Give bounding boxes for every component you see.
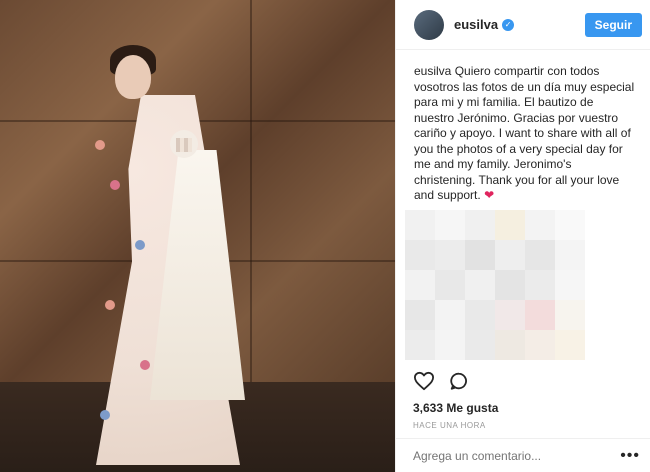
woman-face <box>115 55 151 99</box>
comment-bubble-icon[interactable] <box>449 371 469 396</box>
blur-cell <box>555 330 585 360</box>
blur-cell <box>405 210 435 240</box>
blur-cell <box>525 330 555 360</box>
post-header: eusilva ✓ Seguir <box>396 0 650 50</box>
blur-cell <box>525 270 555 300</box>
blur-cell <box>405 240 435 270</box>
blur-cell <box>495 210 525 240</box>
blur-cell <box>435 270 465 300</box>
blur-cell <box>495 270 525 300</box>
wall-seam <box>250 0 252 390</box>
post-caption: eusilva Quiero compartir con todos vosot… <box>396 50 650 204</box>
follow-button[interactable]: Seguir <box>584 12 642 37</box>
blur-cell <box>405 270 435 300</box>
like-count[interactable]: 3,633 Me gusta <box>413 401 498 415</box>
blur-cell <box>555 210 585 240</box>
blur-cell <box>555 300 585 330</box>
username[interactable]: eusilva <box>454 17 498 32</box>
comment-input[interactable] <box>413 448 621 463</box>
blur-cell <box>435 210 465 240</box>
blur-cell <box>495 240 525 270</box>
post-photo[interactable] <box>0 0 395 472</box>
blur-cell <box>465 330 495 360</box>
blur-cell <box>405 330 435 360</box>
blur-cell <box>525 300 555 330</box>
face-blur <box>176 138 192 152</box>
dress-flower <box>100 410 110 420</box>
comments-blurred <box>405 210 600 360</box>
dress-flower <box>140 360 150 370</box>
dress-flower <box>110 180 120 190</box>
blur-cell <box>555 240 585 270</box>
blur-cell <box>465 240 495 270</box>
blur-cell <box>465 270 495 300</box>
blur-cell <box>555 270 585 300</box>
blur-cell <box>405 300 435 330</box>
heart-emoji: ❤ <box>484 188 495 202</box>
dress-flower <box>95 140 105 150</box>
blur-cell <box>465 210 495 240</box>
dress-flower <box>105 300 115 310</box>
caption-username[interactable]: eusilva <box>414 64 451 78</box>
blur-cell <box>435 330 465 360</box>
post-timestamp: HACE UNA HORA <box>413 421 486 430</box>
heart-outline-icon[interactable] <box>413 371 435 396</box>
blur-cell <box>495 300 525 330</box>
post-actions <box>413 371 469 396</box>
blur-cell <box>525 210 555 240</box>
blur-cell <box>495 330 525 360</box>
blur-cell <box>525 240 555 270</box>
blur-cell <box>435 240 465 270</box>
more-options-icon[interactable]: ••• <box>620 447 640 465</box>
caption-text: Quiero compartir con todos vosotros las … <box>414 64 635 202</box>
comment-bar: ••• <box>395 438 650 472</box>
blur-cell <box>435 300 465 330</box>
avatar[interactable] <box>414 9 444 40</box>
blur-cell <box>465 300 495 330</box>
dress-flower <box>135 240 145 250</box>
verified-badge-icon: ✓ <box>502 18 515 31</box>
